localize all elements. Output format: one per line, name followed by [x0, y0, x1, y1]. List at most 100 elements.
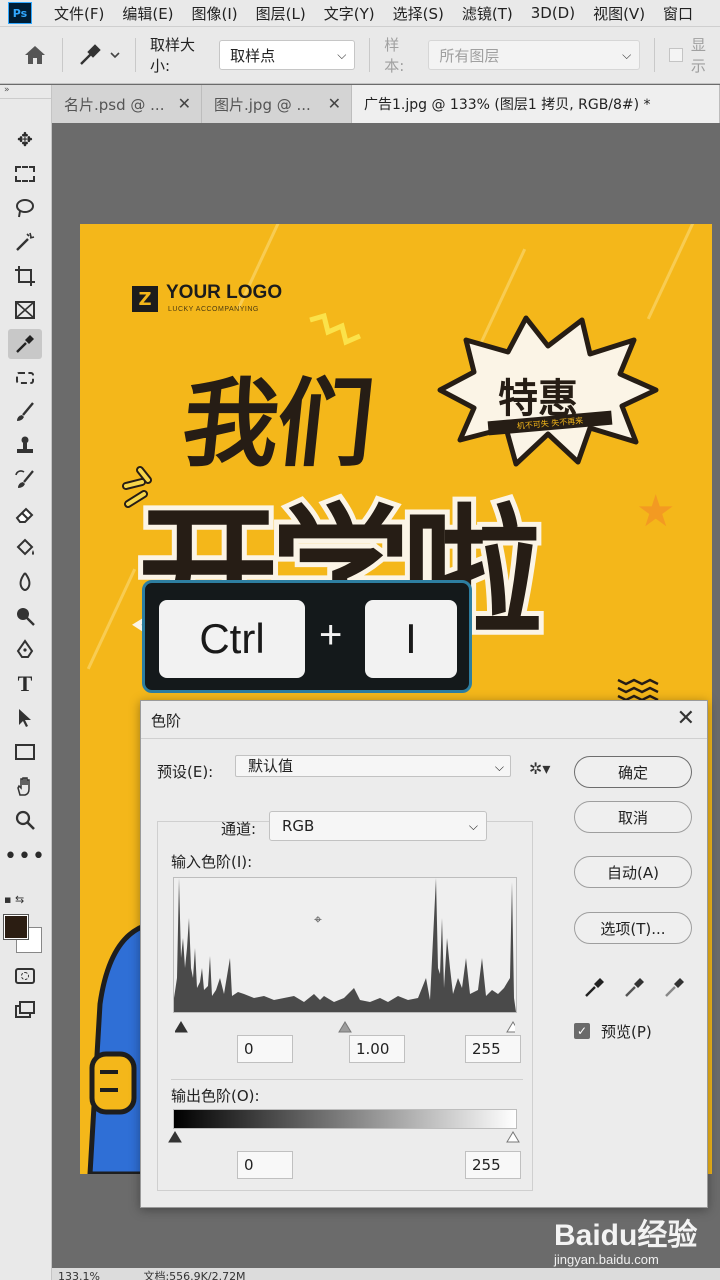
decorative-line — [86, 568, 137, 670]
black-point-eyedropper-icon[interactable] — [583, 973, 607, 999]
eraser-tool-icon[interactable] — [8, 499, 42, 529]
quick-mask-icon[interactable] — [8, 961, 42, 991]
menu-edit[interactable]: 编辑(E) — [122, 3, 173, 24]
options-bar: 取样大小: 取样点 ⌵ 样本: 所有图层 ⌵ 显示 — [0, 26, 720, 84]
healing-brush-tool-icon[interactable] — [8, 363, 42, 393]
output-black-field[interactable]: 0 — [237, 1151, 293, 1179]
preview-label: 预览(P) — [601, 1023, 652, 1041]
menu-window[interactable]: 窗口 — [663, 3, 693, 24]
plus-sign: + — [319, 613, 343, 657]
sample-size-value: 取样点 — [230, 46, 276, 65]
history-brush-tool-icon[interactable] — [8, 465, 42, 495]
menu-3d[interactable]: 3D(D) — [531, 4, 575, 22]
tab-mingpian[interactable]: 名片.psd @ ... ✕ — [52, 85, 202, 123]
preset-select[interactable]: 默认值 ⌵ — [235, 755, 511, 777]
tab-label: 广告1.jpg @ 133% (图层1 拷贝, RGB/8#) * — [364, 97, 651, 113]
channel-value: RGB — [282, 817, 315, 835]
show-ring-checkbox[interactable] — [669, 48, 683, 62]
options-button[interactable]: 选项(T)... — [574, 912, 692, 944]
clone-stamp-tool-icon[interactable] — [8, 431, 42, 461]
close-icon[interactable]: ✕ — [677, 706, 695, 731]
histogram[interactable]: ⌖ — [173, 877, 517, 1013]
menu-view[interactable]: 视图(V) — [593, 3, 645, 24]
frame-tool-icon[interactable] — [8, 295, 42, 325]
hand-tool-icon[interactable] — [8, 771, 42, 801]
logo-text: YOUR LOGO — [166, 282, 283, 303]
sample-label: 样本: — [384, 36, 405, 75]
sample-select[interactable]: 所有图层 ⌵ — [428, 40, 641, 70]
dialog-titlebar[interactable]: 色阶 ✕ — [141, 701, 707, 739]
home-icon[interactable] — [22, 43, 48, 67]
pen-tool-icon[interactable] — [8, 635, 42, 665]
chevron-down-icon: ⌵ — [337, 48, 347, 62]
photoshop-window: Ps 文件(F) 编辑(E) 图像(I) 图层(L) 文字(Y) 选择(S) 滤… — [0, 0, 720, 1280]
show-ring-label: 显示 — [690, 36, 706, 75]
rectangle-tool-icon[interactable] — [8, 737, 42, 767]
eyedropper-tool-preset-icon[interactable] — [77, 42, 121, 68]
close-icon[interactable]: ✕ — [178, 94, 191, 113]
foreground-color-swatch[interactable] — [3, 914, 29, 940]
zoom-tool-icon[interactable] — [8, 805, 42, 835]
lasso-tool-icon[interactable] — [8, 193, 42, 223]
panel-collapse-icon[interactable]: » — [0, 85, 51, 99]
close-icon[interactable]: ✕ — [328, 94, 341, 113]
swap-colors-icon[interactable]: ▪ ⇆ — [4, 893, 44, 907]
output-white-field[interactable]: 255 — [465, 1151, 521, 1179]
magic-wand-tool-icon[interactable] — [8, 227, 42, 257]
more-tools-icon[interactable]: ••• — [4, 841, 45, 871]
tab-guanggao[interactable]: 广告1.jpg @ 133% (图层1 拷贝, RGB/8#) * — [352, 85, 720, 123]
output-slider[interactable] — [167, 1129, 523, 1143]
input-black-field[interactable]: 0 — [237, 1035, 293, 1063]
input-levels-label: 输入色阶(I): — [171, 853, 253, 871]
star-icon: ★ — [636, 486, 676, 537]
paint-bucket-tool-icon[interactable] — [8, 533, 42, 563]
tab-label: 名片.psd @ ... — [64, 95, 165, 114]
preset-value: 默认值 — [248, 757, 294, 775]
options-separator — [369, 38, 371, 72]
menu-select[interactable]: 选择(S) — [393, 3, 444, 24]
input-gamma-field[interactable]: 1.00 — [349, 1035, 405, 1063]
path-selection-tool-icon[interactable] — [8, 703, 42, 733]
type-tool-icon[interactable]: T — [8, 669, 42, 699]
options-separator — [654, 38, 656, 72]
channel-label: 通道: — [221, 820, 257, 838]
gray-point-eyedropper-icon[interactable] — [623, 973, 647, 999]
menu-layer[interactable]: 图层(L) — [256, 3, 306, 24]
move-tool-icon[interactable]: ✥ — [8, 125, 42, 155]
cancel-button[interactable]: 取消 — [574, 801, 692, 833]
sample-value: 所有图层 — [439, 46, 500, 65]
sample-size-select[interactable]: 取样点 ⌵ — [219, 40, 356, 70]
shortcut-overlay: Ctrl + I — [142, 580, 472, 693]
cursor-crosshair-icon: ⌖ — [314, 912, 322, 928]
output-levels-label: 输出色阶(O): — [171, 1087, 260, 1105]
divider — [171, 1079, 523, 1080]
menu-image[interactable]: 图像(I) — [192, 3, 238, 24]
menu-filter[interactable]: 滤镜(T) — [462, 3, 513, 24]
gear-icon[interactable]: ✲▾ — [529, 759, 550, 778]
white-point-eyedropper-icon[interactable] — [663, 973, 687, 999]
logo-mark: Z — [132, 286, 158, 312]
input-white-field[interactable]: 255 — [465, 1035, 521, 1063]
eyedropper-tool-icon[interactable] — [8, 329, 42, 359]
input-slider[interactable] — [175, 1019, 515, 1033]
blur-tool-icon[interactable] — [8, 567, 42, 597]
tab-tupian[interactable]: 图片.jpg @ ... ✕ — [202, 85, 352, 123]
marquee-tool-icon[interactable] — [8, 159, 42, 189]
preset-label: 预设(E): — [157, 763, 214, 781]
dodge-tool-icon[interactable] — [8, 601, 42, 631]
menu-file[interactable]: 文件(F) — [54, 3, 104, 24]
menu-type[interactable]: 文字(Y) — [324, 3, 375, 24]
screen-mode-icon[interactable] — [8, 995, 42, 1025]
preview-checkbox[interactable]: ✓ — [574, 1023, 590, 1039]
document-tabs: 名片.psd @ ... ✕ 图片.jpg @ ... ✕ 广告1.jpg @ … — [52, 85, 720, 123]
key-i: I — [365, 600, 457, 678]
zoom-level[interactable]: 133.1% — [58, 1270, 100, 1280]
watermark: Baidu经验 jingyan.baidu.com — [550, 1206, 720, 1280]
ok-button[interactable]: 确定 — [574, 756, 692, 788]
levels-dialog: 色阶 ✕ 预设(E): 默认值 ⌵ ✲▾ 通道: RGB ⌵ 输入色阶(I): … — [140, 700, 708, 1208]
photoshop-logo-icon[interactable]: Ps — [8, 2, 32, 24]
brush-tool-icon[interactable] — [8, 397, 42, 427]
channel-select[interactable]: RGB ⌵ — [269, 811, 487, 841]
auto-button[interactable]: 自动(A) — [574, 856, 692, 888]
crop-tool-icon[interactable] — [8, 261, 42, 291]
